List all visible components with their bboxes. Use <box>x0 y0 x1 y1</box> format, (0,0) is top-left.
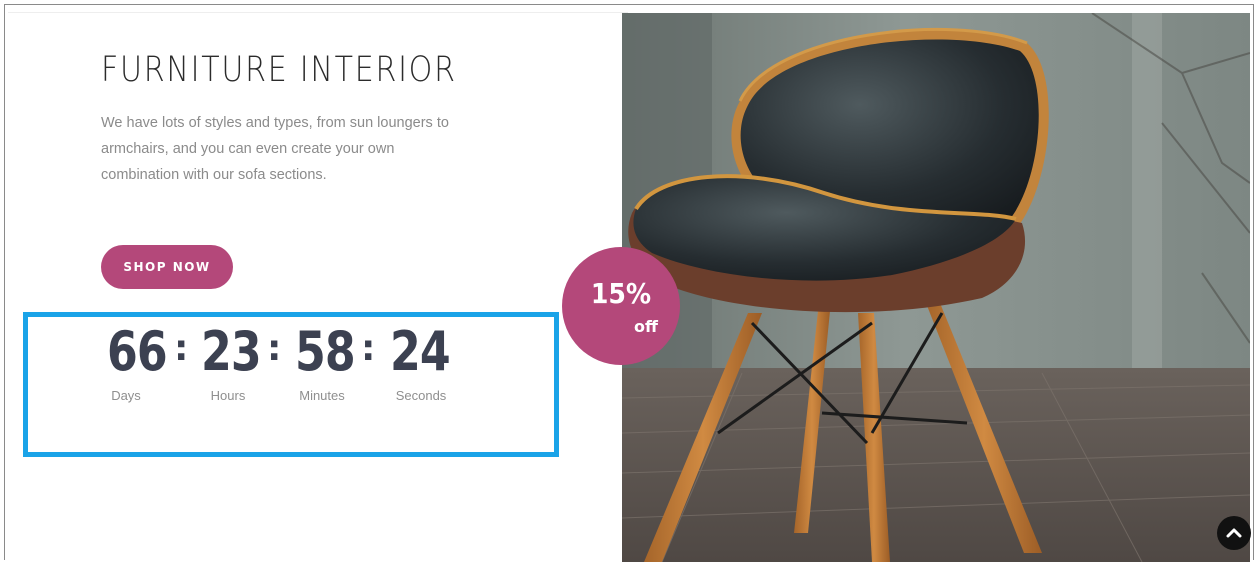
chevron-up-icon <box>1226 528 1242 538</box>
shop-now-button[interactable]: SHOP NOW <box>101 245 233 289</box>
countdown-days: 66 Days <box>101 320 168 403</box>
hero-title: FURNITURE INTERIOR <box>101 50 457 90</box>
countdown-minutes: 58 Minutes <box>289 320 356 403</box>
scroll-to-top-button[interactable] <box>1217 516 1251 550</box>
countdown-hours-label: Hours <box>210 388 246 403</box>
countdown-timer: 66 Days : 23 Hours : 58 Minutes : 24 Sec… <box>101 320 521 410</box>
countdown-separator: : <box>267 328 282 369</box>
countdown-separator: : <box>174 328 189 369</box>
countdown-separator: : <box>361 328 376 369</box>
discount-badge: 15% off <box>562 247 680 365</box>
countdown-seconds-label: Seconds <box>395 388 447 403</box>
countdown-minutes-value: 58 <box>294 320 356 383</box>
divider <box>8 12 628 13</box>
hero-description-line: We have lots of styles and types, from s… <box>101 115 449 131</box>
countdown-hours: 23 Hours <box>195 320 262 403</box>
hero-description-line: armchairs, and you can even create your … <box>101 141 395 157</box>
hero-chair-image <box>622 13 1250 562</box>
countdown-minutes-label: Minutes <box>299 388 345 403</box>
countdown-hours-value: 23 <box>200 320 262 383</box>
countdown-days-label: Days <box>111 388 141 403</box>
countdown-seconds-value: 24 <box>389 320 451 383</box>
hero-description: We have lots of styles and types, from s… <box>101 110 481 188</box>
discount-suffix: off <box>634 317 658 336</box>
countdown-seconds: 24 Seconds <box>384 320 451 403</box>
countdown-days-value: 66 <box>106 320 168 383</box>
discount-percent: 15% <box>590 277 652 310</box>
hero-description-line: combination with our sofa sections. <box>101 167 327 183</box>
